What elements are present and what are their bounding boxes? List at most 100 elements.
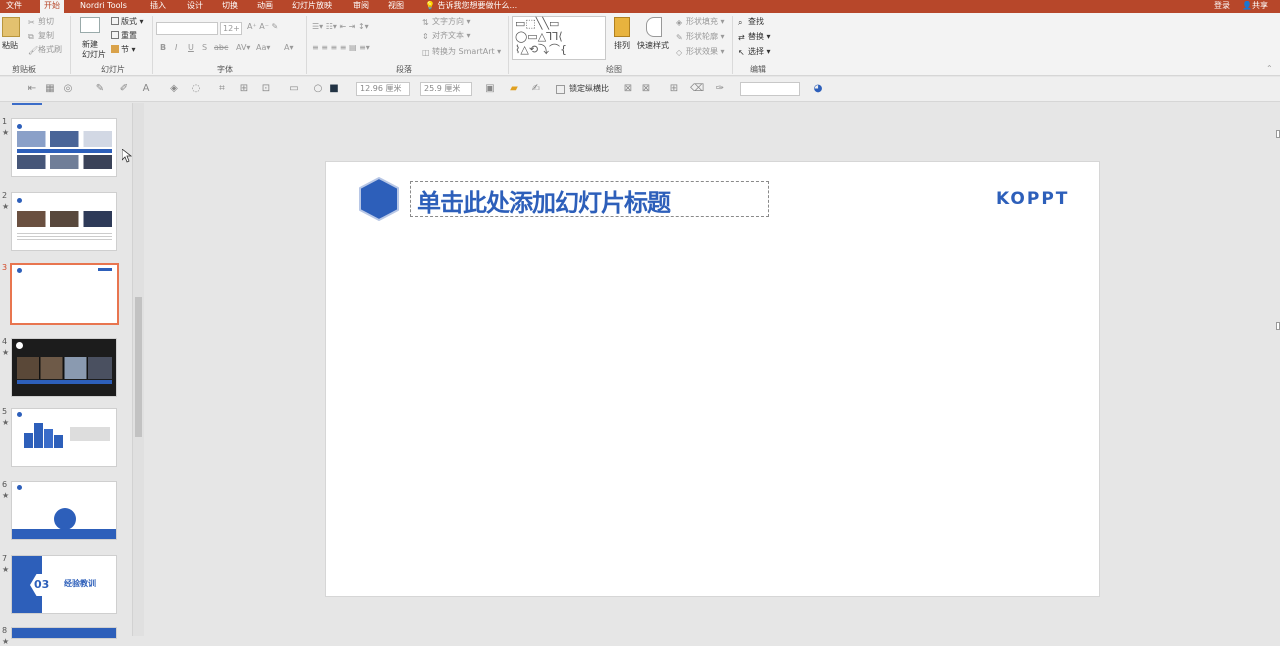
reset-button[interactable]: 重置 [111, 31, 137, 41]
quick-styles-button[interactable]: 快速样式 [637, 41, 669, 51]
slide-thumbnail-3[interactable] [10, 263, 119, 325]
shape-effects-button[interactable]: ◇ 形状效果 ▾ [676, 47, 725, 57]
tb-eyedropper-icon[interactable]: ✑ [714, 83, 726, 95]
lock-ratio-checkbox[interactable] [556, 85, 565, 94]
copy-label: 复制 [38, 31, 54, 40]
tab-review[interactable]: 审阅 [353, 0, 369, 13]
arrange-button[interactable]: 排列 [614, 41, 630, 51]
slide-thumbnail-4[interactable] [11, 338, 117, 397]
quick-styles-icon [646, 17, 662, 37]
slide-title-placeholder[interactable]: 单击此处添加幻灯片标题 [410, 181, 769, 217]
tb-theme-icon[interactable]: ◕ [812, 83, 824, 95]
tb-box-icon[interactable]: ⊠ [640, 83, 652, 95]
thumbnail-scrollbar[interactable] [132, 103, 144, 636]
tab-slideshow[interactable]: 幻灯片放映 [292, 0, 332, 13]
tb-edit-icon[interactable]: ✍ [530, 83, 542, 95]
current-slide[interactable] [325, 161, 1100, 597]
underline-button[interactable]: U [188, 43, 194, 53]
tab-animations[interactable]: 动画 [257, 0, 273, 13]
tb-color-icon[interactable]: ■ [328, 83, 340, 95]
scissors-icon: ✂ [28, 18, 35, 27]
tb-shape-icon[interactable]: ◎ [62, 83, 74, 95]
slide-thumbnail-6[interactable] [11, 481, 117, 540]
new-slide-icon [80, 17, 100, 33]
tb-image-icon[interactable]: ▣ [484, 83, 496, 95]
tab-view[interactable]: 视图 [388, 0, 404, 13]
font-color-button[interactable]: A▾ [284, 43, 294, 53]
share-button[interactable]: 👤共享 [1242, 0, 1268, 13]
tb-fill-icon[interactable]: ◈ [168, 83, 180, 95]
tab-design[interactable]: 设计 [187, 0, 203, 13]
shape-width-field[interactable]: 12.96 厘米 [356, 82, 410, 96]
tab-insert[interactable]: 插入 [150, 0, 166, 13]
select-button[interactable]: ↖ 选择 ▾ [738, 47, 771, 57]
bullets-button[interactable]: ☰▾ ☷▾ ⇤ ⇥ ↕▾ [312, 22, 369, 32]
shadow-button[interactable]: S [202, 43, 207, 53]
tab-home[interactable]: 开始 [40, 0, 64, 13]
clipboard-group-label: 剪贴板 [12, 65, 36, 74]
slide-thumbnail-5[interactable] [11, 408, 117, 467]
tb-blank-combo[interactable] [740, 82, 800, 96]
find-button[interactable]: ⌕ 查找 [738, 17, 764, 27]
slide-number: 4 [2, 337, 8, 346]
new-slide-button[interactable]: 新建 幻灯片 [82, 40, 106, 60]
grow-font-button[interactable]: A⁺ A⁻ ✎ [247, 22, 278, 32]
tb-align-icon[interactable]: ⇤ [26, 83, 38, 95]
tab-file[interactable]: 文件 [6, 0, 22, 13]
tb-group-icon[interactable]: ⊡ [260, 83, 272, 95]
tb-arrange-icon[interactable]: ⊞ [238, 83, 250, 95]
shape-height-field[interactable]: 25.9 厘米 [420, 82, 472, 96]
tab-transitions[interactable]: 切换 [222, 0, 238, 13]
shape-fill-button[interactable]: ◈ 形状填充 ▾ [676, 17, 725, 27]
tab-nordri-tools[interactable]: Nordri Tools [80, 0, 127, 13]
slide-thumbnail-8[interactable] [11, 627, 117, 639]
shape-outline-button[interactable]: ✎ 形状轮廓 ▾ [676, 32, 725, 42]
find-label: 查找 [748, 17, 764, 26]
shapes-gallery[interactable]: ▭⬚╲╲▭ ◯▭△⅂⅂⟨ ⌇△⟲⤵⌒{ [512, 16, 606, 60]
tb-format-icon[interactable]: ▦ [44, 83, 56, 95]
paragraph-group-label: 段落 [396, 65, 412, 74]
animation-star-icon: ★ [2, 348, 10, 357]
tell-me-box[interactable]: 💡 告诉我您想要做什么... [425, 0, 517, 13]
copy-button[interactable]: ⧉ 复制 [28, 31, 54, 41]
font-name-combo[interactable] [156, 22, 218, 35]
italic-button[interactable]: I [175, 43, 177, 53]
format-painter-button[interactable]: 🖌格式刷 [28, 45, 62, 55]
right-edge-handle[interactable] [1276, 130, 1280, 138]
layout-button[interactable]: 版式 ▾ [111, 17, 144, 27]
slide-thumbnail-2[interactable] [11, 192, 117, 251]
align-buttons[interactable]: ≡ ≡ ≡ ≡ ▤ ≡▾ [312, 43, 370, 53]
tb-text-icon[interactable]: A [140, 83, 152, 95]
cut-button[interactable]: ✂ 剪切 [28, 17, 54, 27]
char-spacing-button[interactable]: AV▾ [236, 43, 250, 53]
tb-crop-icon[interactable]: ⌗ [216, 83, 228, 95]
tb-eraser-icon[interactable]: ⌫ [690, 83, 704, 95]
font-size-combo[interactable]: 12+ [220, 22, 242, 35]
paste-button[interactable]: 粘贴 [2, 41, 18, 51]
paste-icon [2, 17, 20, 37]
tb-circle-icon[interactable]: ○ [312, 83, 324, 95]
tb-doc-icon[interactable]: ⊞ [668, 83, 680, 95]
thumb-hexagon-icon [17, 485, 22, 490]
align-text-button[interactable]: ⇕ 对齐文本 ▾ [422, 31, 471, 41]
replace-button[interactable]: ⇄ 替换 ▾ [738, 32, 771, 42]
collapse-ribbon-icon[interactable]: ⌃ [1266, 64, 1273, 74]
slide-number: 2 [2, 191, 8, 200]
tb-pen-icon[interactable]: ✎ [94, 83, 106, 95]
tb-effects-icon[interactable]: ◌ [190, 83, 202, 95]
tb-close-icon[interactable]: ⊠ [622, 83, 634, 95]
tb-pencil-icon[interactable]: ✐ [118, 83, 130, 95]
section-button[interactable]: 节 ▾ [111, 45, 136, 55]
sign-in-link[interactable]: 登录 [1214, 0, 1230, 13]
strikethrough-button[interactable]: abc [214, 43, 228, 53]
scrollbar-thumb[interactable] [135, 297, 142, 437]
tb-folder-icon[interactable]: ▰ [508, 83, 520, 95]
change-case-button[interactable]: Aa▾ [256, 43, 270, 53]
right-edge-handle[interactable] [1276, 322, 1280, 330]
slide-thumbnail-1[interactable] [11, 118, 117, 177]
bold-button[interactable]: B [160, 43, 166, 53]
smartart-button[interactable]: ◫ 转换为 SmartArt ▾ [422, 47, 501, 57]
slide-thumbnail-7[interactable]: 03 经验教训 [11, 555, 117, 614]
text-direction-button[interactable]: ⇅ 文字方向 ▾ [422, 17, 471, 27]
tb-rect-icon[interactable]: ▭ [288, 83, 300, 95]
